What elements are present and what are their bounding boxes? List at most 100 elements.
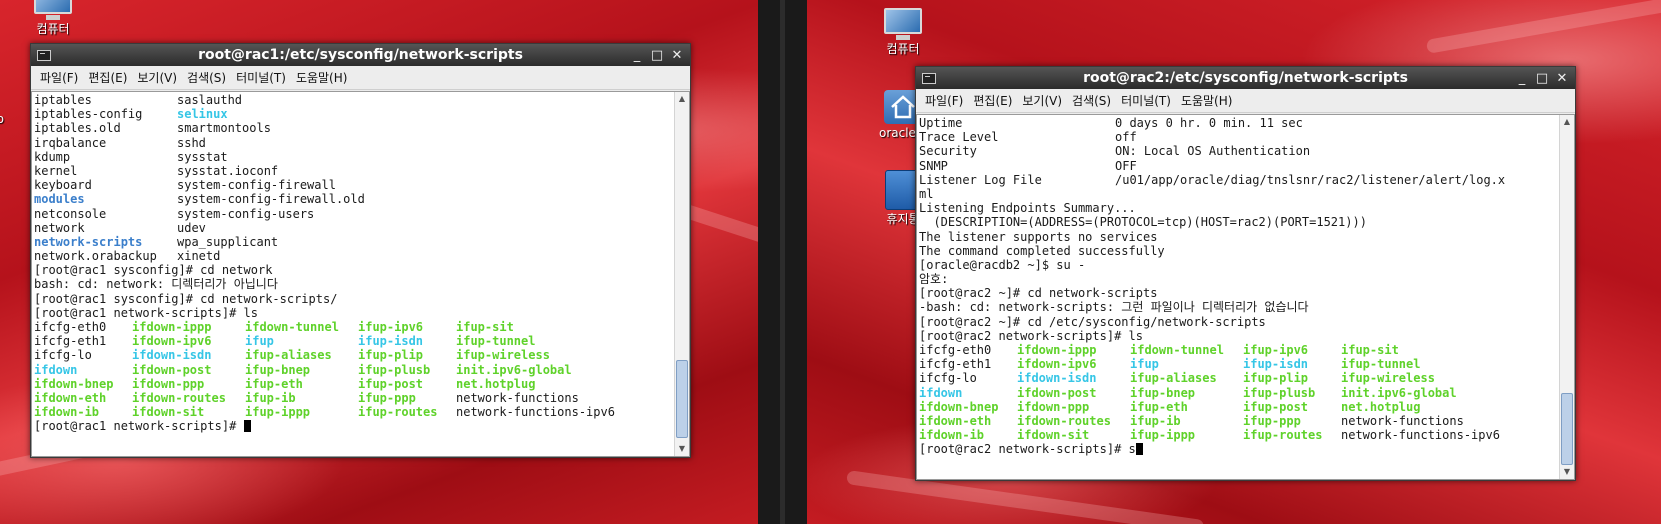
terminal-text: Uptime: [919, 116, 963, 130]
vertical-scrollbar[interactable]: ▲ ▼: [674, 92, 689, 456]
terminal-text: ifdown-sit: [1017, 428, 1090, 443]
terminal-line: ml: [919, 187, 1556, 201]
terminal-text: ifup-bnep: [1130, 385, 1196, 400]
terminal-line: ifdown ifdown-post ifup-bnep ifup-plusb init…: [34, 363, 671, 377]
desktop-icon-computer[interactable]: 컴퓨터: [18, 0, 88, 37]
scroll-up-icon[interactable]: ▲: [1560, 115, 1574, 129]
terminal-line: iptables.old smartmontools: [34, 121, 671, 135]
vertical-scrollbar[interactable]: ▲ ▼: [1559, 115, 1574, 479]
terminal-text: The listener supports no services: [919, 229, 1158, 244]
titlebar[interactable]: root@rac2:/etc/sysconfig/network-scripts…: [916, 67, 1575, 89]
terminal-line: The listener supports no services: [919, 230, 1556, 244]
menu-file[interactable]: 파일(F): [920, 92, 968, 109]
terminal-text: ifup-ib: [1130, 413, 1181, 428]
terminal-text: SNMP: [919, 158, 948, 173]
scroll-down-icon[interactable]: ▼: [675, 442, 689, 456]
terminal-text: 0 days 0 hr. 0 min. 11 sec: [1115, 116, 1303, 130]
terminal-text: ifdown-isdn: [132, 348, 212, 363]
terminal-line: [root@rac1 sysconfig]# cd network-script…: [34, 292, 671, 306]
terminal-line: [root@rac1 network-scripts]# ls: [34, 306, 671, 320]
terminal-text: system-config-firewall: [177, 178, 336, 193]
terminal-window-rac2[interactable]: root@rac2:/etc/sysconfig/network-scripts…: [915, 66, 1576, 481]
terminal-text: ifdown-ppp: [1017, 399, 1090, 414]
terminal-text: ifup-ippp: [245, 405, 311, 420]
terminal-text: (DESCRIPTION=(ADDRESS=(PROTOCOL=tcp)(HOS…: [919, 215, 1367, 230]
menu-file[interactable]: 파일(F): [35, 69, 83, 86]
terminal-line: ifcfg-eth0 ifdown-ippp ifdown-tunnel ifup-i…: [34, 320, 671, 334]
scrollbar-thumb[interactable]: [1561, 393, 1573, 465]
minimize-button[interactable]: _: [1515, 71, 1529, 86]
terminal-text: udev: [177, 220, 206, 235]
window-title: root@rac1:/etc/sysconfig/network-scripts: [198, 47, 523, 63]
terminal-text: [root@rac2 network-scripts]# ls: [919, 328, 1143, 343]
terminal-line: network.orabackup xinetd: [34, 249, 671, 263]
terminal-line: netconsole system-config-users: [34, 207, 671, 221]
scrollbar-thumb[interactable]: [676, 360, 688, 438]
terminal-text: network-scripts: [34, 234, 143, 249]
menu-view[interactable]: 보기(V): [132, 69, 182, 86]
desktop-icon-home[interactable]: ro: [0, 112, 32, 126]
terminal-text: ifup-plusb: [358, 362, 431, 377]
terminal-line: The command completed successfully: [919, 244, 1556, 258]
terminal-line: [root@rac2 network-scripts]# s: [919, 442, 1556, 456]
desktop-icon-label: 컴퓨터: [886, 42, 920, 56]
terminal-text: network-functions-ipv6: [456, 405, 615, 420]
terminal-text: ON: Local OS Authentication: [1115, 144, 1311, 159]
terminal-text: [root@rac2 ~]# cd network-scripts: [919, 286, 1158, 301]
terminal-line: [oracle@racdb2 ~]$ su -: [919, 258, 1556, 272]
menu-help[interactable]: 도움말(H): [291, 69, 353, 86]
terminal-output[interactable]: Uptime 0 days 0 hr. 0 min. 11 sec Trace Le…: [916, 114, 1575, 480]
terminal-line: ifcfg-lo ifdown-isdn ifup-aliases ifup-plip…: [34, 348, 671, 362]
terminal-text: ifup-sit: [456, 320, 514, 334]
terminal-output[interactable]: iptables saslauthd iptables-config selinux i…: [31, 91, 690, 457]
terminal-text: [root@rac2 ~]# cd /etc/sysconfig/network…: [919, 314, 1266, 329]
scroll-down-icon[interactable]: ▼: [1560, 465, 1574, 479]
menu-search[interactable]: 검색(S): [182, 69, 231, 86]
terminal-text: ifup-ipv6: [358, 320, 424, 334]
terminal-text: net.hotplug: [1341, 399, 1421, 414]
terminal-line: Uptime 0 days 0 hr. 0 min. 11 sec: [919, 116, 1556, 130]
terminal-text: ifup-ib: [245, 390, 296, 405]
menu-terminal[interactable]: 터미널(T): [1116, 92, 1176, 109]
terminal-line: ifcfg-eth1 ifdown-ipv6 ifup ifup-isdn ifup-t…: [919, 357, 1556, 371]
maximize-button[interactable]: □: [1535, 71, 1549, 86]
menu-help[interactable]: 도움말(H): [1176, 92, 1238, 109]
terminal-text: netconsole: [34, 206, 107, 221]
terminal-text: ifup-tunnel: [456, 334, 536, 349]
wallpaper-streak: [1425, 0, 1661, 54]
terminal-line: [root@rac2 ~]# cd network-scripts: [919, 286, 1556, 300]
menu-search[interactable]: 검색(S): [1067, 92, 1116, 109]
terminal-line: network-scripts wpa_supplicant: [34, 235, 671, 249]
titlebar[interactable]: root@rac1:/etc/sysconfig/network-scripts…: [31, 44, 690, 66]
terminal-text: sysstat.ioconf: [177, 163, 279, 178]
minimize-button[interactable]: _: [630, 48, 644, 63]
menubar: 파일(F) 편집(E) 보기(V) 검색(S) 터미널(T) 도움말(H): [31, 66, 690, 90]
terminal-line: Listening Endpoints Summary...: [919, 201, 1556, 215]
menu-view[interactable]: 보기(V): [1017, 92, 1067, 109]
terminal-text: net.hotplug: [456, 376, 536, 391]
computer-icon: [882, 6, 924, 40]
terminal-text: ifcfg-eth1: [34, 334, 107, 349]
desktop-icon-computer[interactable]: 컴퓨터: [868, 6, 938, 57]
maximize-button[interactable]: □: [650, 48, 664, 63]
menu-edit[interactable]: 편집(E): [968, 92, 1017, 109]
close-button[interactable]: ✕: [1555, 71, 1569, 86]
terminal-line: Trace Level off: [919, 130, 1556, 144]
terminal-text: -bash: cd: network-scripts: 그런 파일이나 디렉터리…: [919, 300, 1309, 315]
terminal-line: [root@rac1 network-scripts]#: [34, 419, 671, 433]
terminal-text: Listening Endpoints Summary...: [919, 201, 1136, 216]
terminal-text: ifup-wireless: [1341, 371, 1435, 386]
terminal-line: network udev: [34, 221, 671, 235]
terminal-text: network-functions-ipv6: [1341, 428, 1500, 443]
terminal-line: ifdown-ib ifdown-sit ifup-ippp ifup-routes n…: [919, 428, 1556, 442]
terminal-line: Listener Log File/u01/app/oracle/diag/tn…: [919, 173, 1556, 187]
menu-edit[interactable]: 편집(E): [83, 69, 132, 86]
terminal-window-rac1[interactable]: root@rac1:/etc/sysconfig/network-scripts…: [30, 43, 691, 458]
scroll-up-icon[interactable]: ▲: [675, 92, 689, 106]
close-button[interactable]: ✕: [670, 48, 684, 63]
menu-terminal[interactable]: 터미널(T): [231, 69, 291, 86]
terminal-text: init.ipv6-global: [1341, 385, 1457, 400]
terminal-text: ifdown-tunnel: [1130, 343, 1224, 357]
terminal-text: modules: [34, 192, 85, 207]
terminal-text: ifdown-ippp: [132, 320, 212, 334]
